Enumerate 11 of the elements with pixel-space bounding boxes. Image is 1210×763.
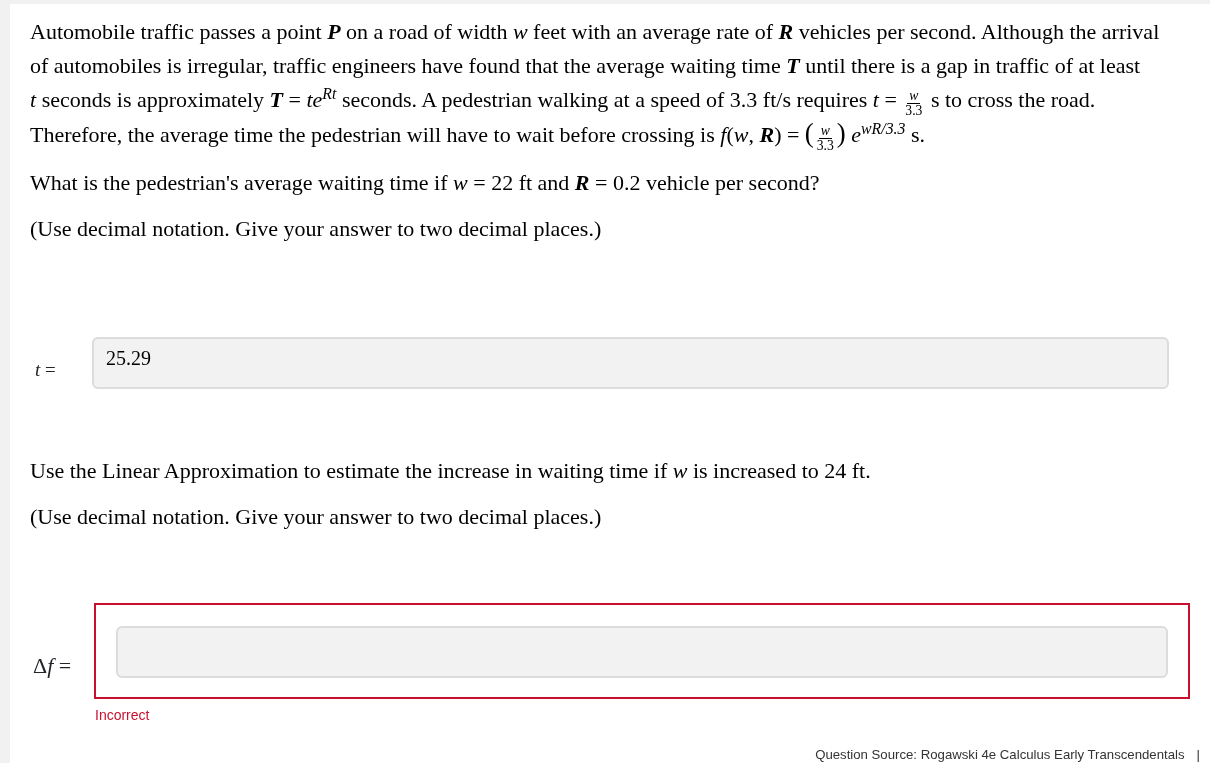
source-text: Question Source: Rogawski 4e Calculus Early Transcendentals <box>815 746 1185 763</box>
footer-separator: | <box>1196 746 1200 763</box>
instruction-text: (Use decimal notation. Give your answer to two decimal places.) <box>30 503 603 532</box>
question-text: Use the Linear Approximation to estimate the increase in waiting time if w is increased to 24 ft. <box>30 457 872 486</box>
answer-field[interactable]: 25.29 <box>92 337 1169 390</box>
answer-label: t = <box>34 358 57 383</box>
instruction-text: (Use decimal notation. Give your answer to two decimal places.) <box>30 215 603 244</box>
answer-label: Δf = <box>32 654 73 679</box>
question-text: What is the pedestrian's average waiting time if w = 22 ft and R = 0.2 vehicle per second? <box>30 169 821 198</box>
feedback-text: Incorrect <box>95 706 150 726</box>
answer-field[interactable] <box>116 626 1168 679</box>
